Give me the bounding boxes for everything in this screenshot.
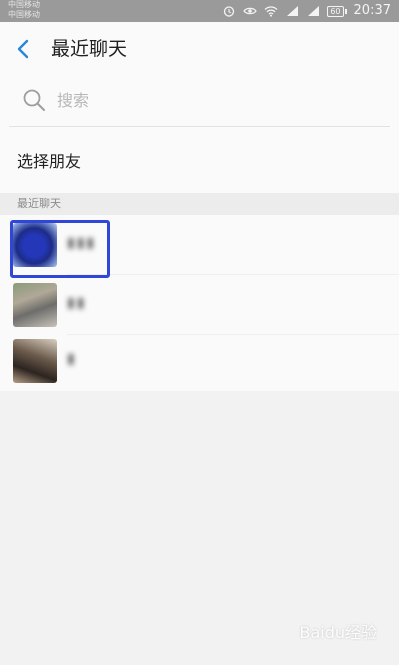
carrier-2: 中国移动 <box>8 10 40 19</box>
chat-name: ▮▮▮ <box>67 235 97 251</box>
search-input[interactable]: 搜索 <box>57 90 89 112</box>
back-button[interactable] <box>12 38 34 60</box>
select-friends-item[interactable]: 选择朋友 <box>0 127 399 193</box>
chat-item[interactable]: ▮▮ <box>0 275 399 335</box>
select-friends-label: 选择朋友 <box>17 152 82 171</box>
wifi-icon <box>264 6 278 17</box>
eye-icon <box>243 7 258 15</box>
status-icons: 60 20:37 <box>222 3 391 19</box>
page-title: 最近聊天 <box>51 38 128 60</box>
avatar <box>13 223 57 267</box>
search-bar[interactable]: 搜索 <box>0 77 399 127</box>
status-bar: 中国移动 中国移动 60 20:37 <box>0 0 399 22</box>
chevron-left-icon <box>17 39 29 59</box>
signal-2-icon <box>308 6 320 16</box>
signal-1-icon <box>287 6 299 16</box>
battery-level: 60 <box>330 6 341 16</box>
alarm-icon <box>224 6 235 17</box>
watermark-logo: Baidu经验 <box>299 623 377 642</box>
recent-chat-list: ▮▮▮ ▮▮ ▮ <box>0 215 399 391</box>
chat-item[interactable]: ▮▮▮ <box>0 215 399 275</box>
carrier-labels: 中国移动 中国移动 <box>8 0 40 20</box>
recent-chats-header: 最近聊天 <box>0 193 399 215</box>
section-label: 最近聊天 <box>17 197 61 210</box>
avatar <box>13 339 57 383</box>
share-screen: 中国移动 中国移动 60 20:37 最近聊天 搜索 选择朋友 最近聊天 ▮▮▮… <box>0 0 399 665</box>
chat-name: ▮▮ <box>67 295 87 311</box>
chat-name: ▮ <box>67 351 77 367</box>
search-icon <box>23 89 45 111</box>
chat-item[interactable]: ▮ <box>0 331 399 391</box>
clock: 20:37 <box>353 3 391 18</box>
carrier-1: 中国移动 <box>8 0 40 9</box>
avatar <box>13 283 57 327</box>
top-bar: 最近聊天 <box>0 22 399 77</box>
battery-indicator: 60 <box>327 5 347 17</box>
